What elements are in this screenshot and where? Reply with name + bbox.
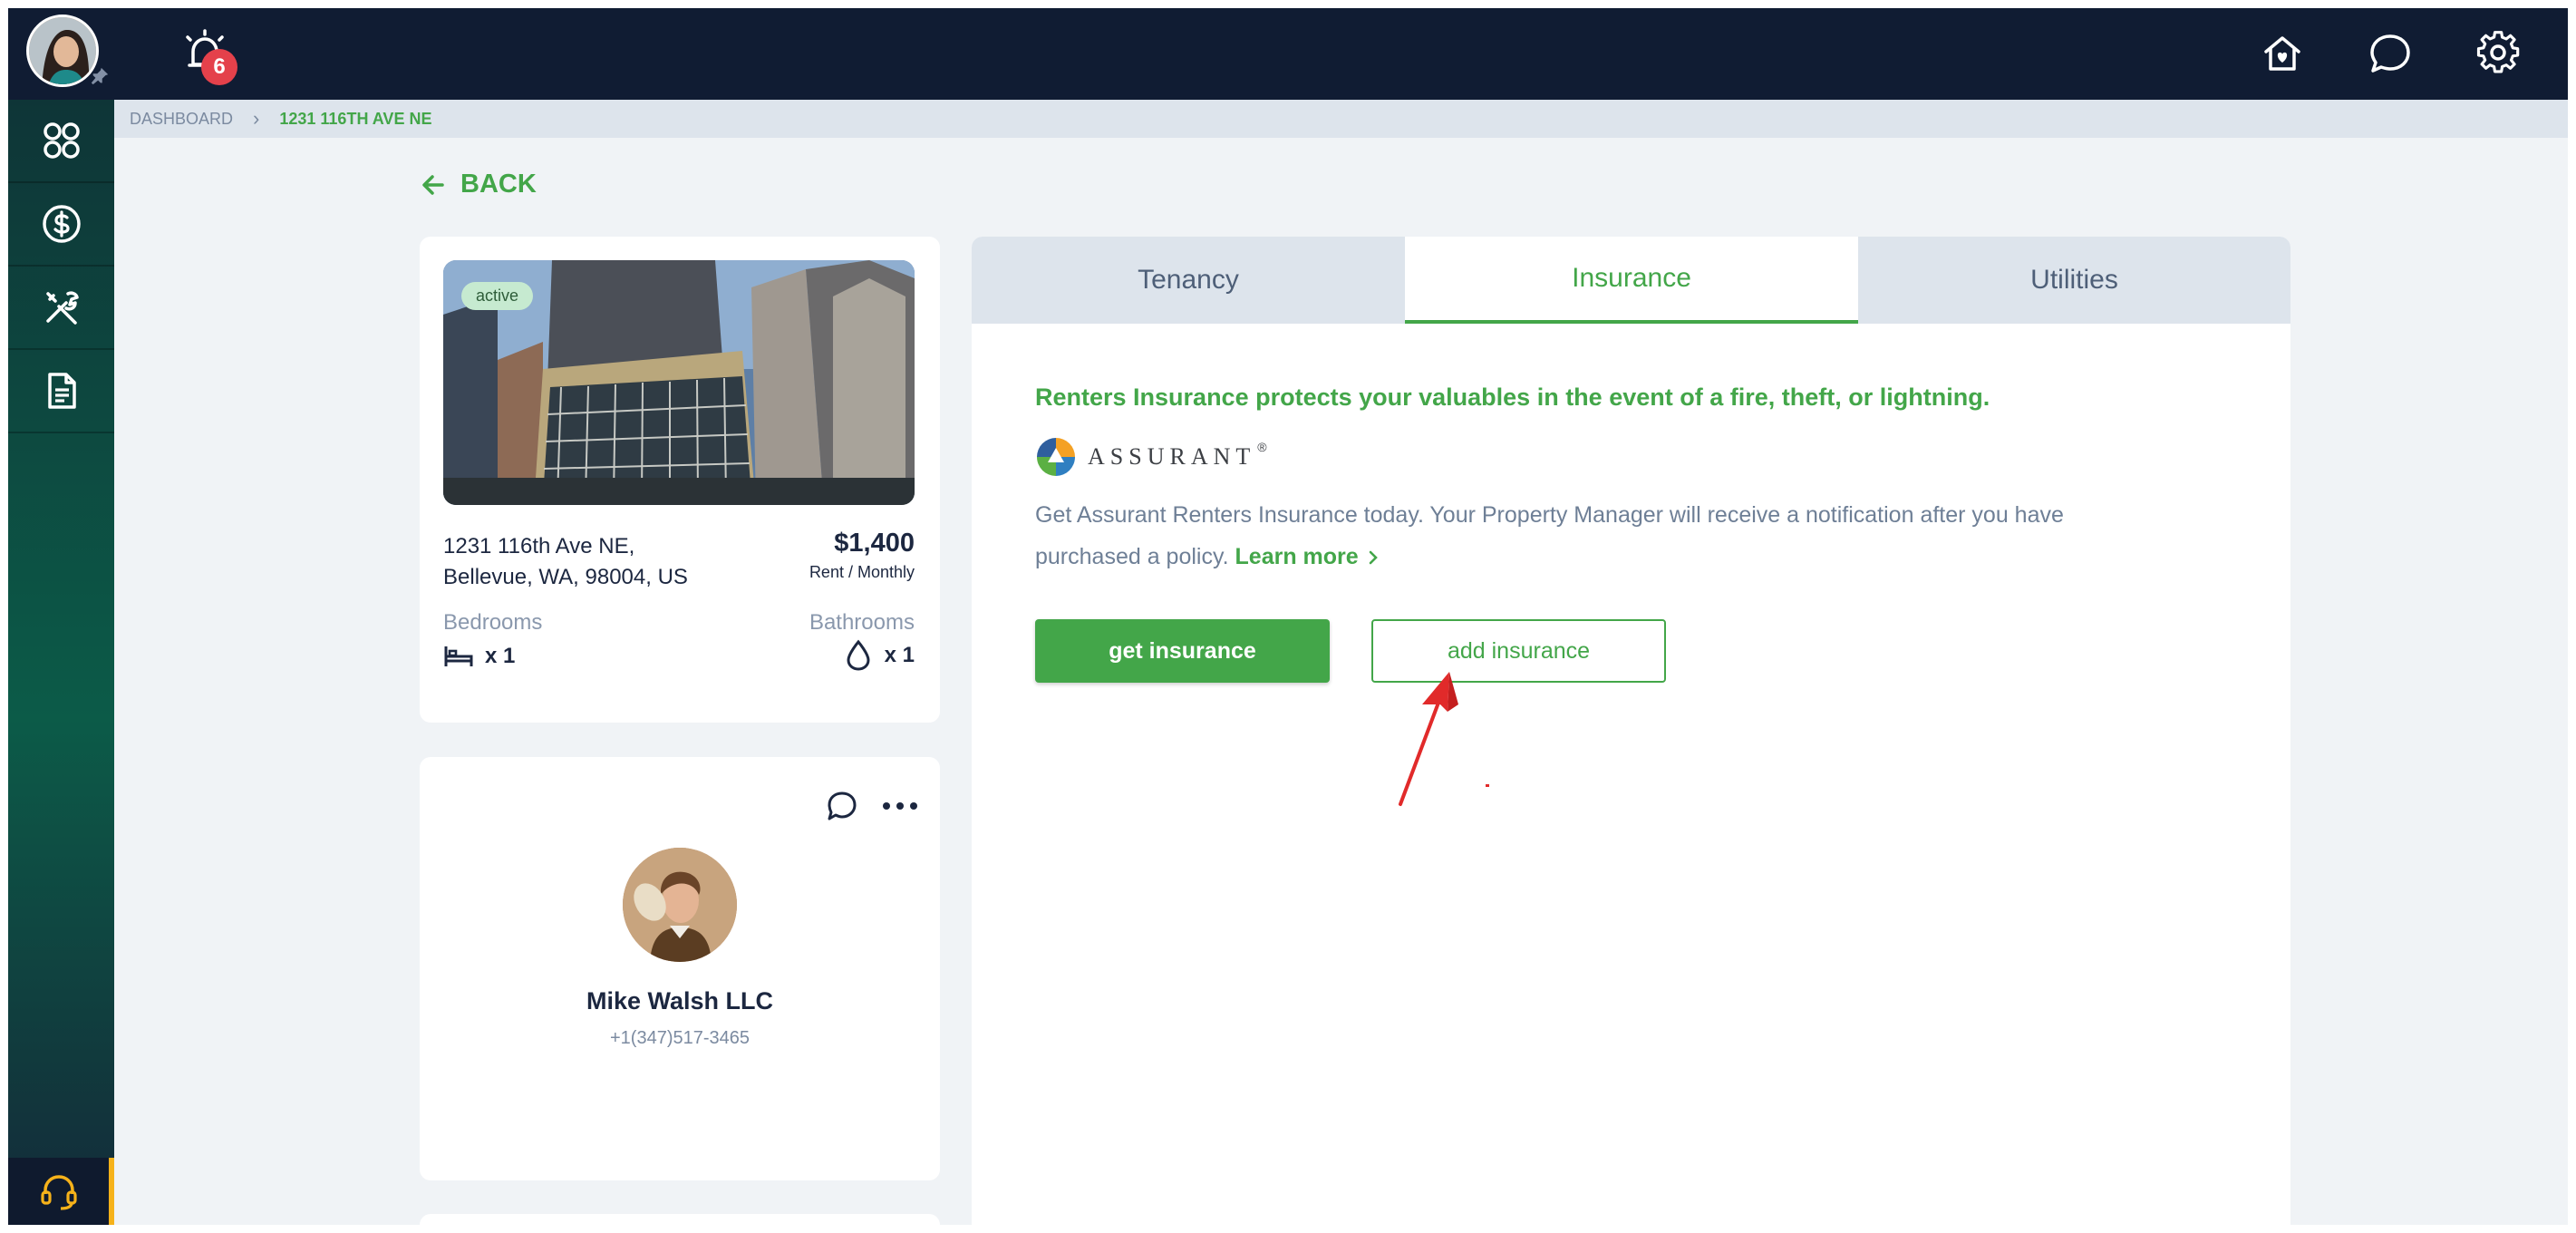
- tab-bar: Tenancy Insurance Utilities: [972, 237, 2290, 324]
- status-badge: active: [461, 282, 534, 310]
- tab-utilities[interactable]: Utilities: [1858, 237, 2290, 324]
- gear-icon[interactable]: [2474, 30, 2522, 77]
- property-address: 1231 116th Ave NE, Bellevue, WA, 98004, …: [443, 531, 688, 593]
- sidebar: [8, 100, 114, 1225]
- address-line-2: Bellevue, WA, 98004, US: [443, 565, 688, 589]
- rent-period: Rent / Monthly: [809, 563, 915, 581]
- learn-more-link[interactable]: Learn more: [1235, 544, 1382, 569]
- chevron-right-icon: [1369, 551, 1378, 565]
- registered-mark: ®: [1257, 440, 1267, 454]
- bathrooms-count: x 1: [845, 639, 915, 672]
- bathrooms-label: Bathrooms: [809, 610, 915, 635]
- sidebar-item-documents[interactable]: [8, 350, 114, 433]
- rent-price: $1,400: [834, 529, 915, 558]
- tab-insurance[interactable]: Insurance: [1405, 237, 1858, 324]
- breadcrumb: DASHBOARD › 1231 116TH AVE NE: [114, 100, 2568, 138]
- support-button[interactable]: [8, 1158, 114, 1225]
- back-button[interactable]: BACK: [421, 170, 537, 199]
- next-card: [420, 1214, 940, 1225]
- chevron-right-icon: ›: [253, 107, 260, 130]
- insurance-headline: Renters Insurance protects your valuable…: [1035, 383, 1990, 411]
- bedrooms-count: x 1: [443, 643, 515, 670]
- owner-phone[interactable]: +1(347)517-3465: [420, 1028, 940, 1049]
- payments-icon: [42, 205, 81, 243]
- pin-icon: [91, 67, 109, 85]
- assurant-logo: ASSURANT ®: [1035, 436, 1267, 478]
- more-options-icon[interactable]: [880, 790, 920, 822]
- sidebar-item-payments[interactable]: [8, 183, 114, 267]
- app-window: 6 DASHBOARD › 1231 116TH AVE NE BACK act…: [8, 8, 2568, 1225]
- home-heart-icon[interactable]: [2259, 30, 2306, 77]
- tab-tenancy[interactable]: Tenancy: [972, 237, 1405, 324]
- headset-icon: [40, 1175, 77, 1210]
- arrow-left-icon: [422, 174, 444, 195]
- bedrooms-label: Bedrooms: [443, 610, 543, 635]
- bed-icon: [444, 646, 473, 666]
- maintenance-icon: [45, 291, 79, 325]
- user-avatar[interactable]: [26, 15, 99, 87]
- water-drop-icon: [847, 639, 870, 671]
- breadcrumb-dashboard[interactable]: DASHBOARD: [130, 110, 233, 129]
- annotation-arrow-icon: [1399, 672, 1458, 806]
- chat-icon[interactable]: [2367, 30, 2414, 77]
- annotation-dot: [1486, 784, 1489, 787]
- chat-icon[interactable]: [826, 790, 858, 822]
- get-insurance-button[interactable]: get insurance: [1035, 619, 1330, 683]
- assurant-wordmark: ASSURANT: [1088, 443, 1256, 470]
- owner-avatar: [623, 848, 737, 962]
- owner-card: Mike Walsh LLC +1(347)517-3465: [420, 757, 940, 1180]
- address-line-1: 1231 116th Ave NE,: [443, 534, 635, 558]
- details-panel: Tenancy Insurance Utilities Renters Insu…: [972, 237, 2290, 1225]
- top-bar: 6: [8, 8, 2568, 100]
- insurance-description: Get Assurant Renters Insurance today. Yo…: [1035, 502, 2064, 569]
- dashboard-icon: [43, 122, 80, 159]
- property-card[interactable]: active 1231 116th Ave NE, Bellevue, WA, …: [420, 237, 940, 723]
- property-photo: active: [443, 260, 915, 505]
- sidebar-item-maintenance[interactable]: [8, 267, 114, 350]
- sidebar-item-dashboard[interactable]: [8, 100, 114, 183]
- assurant-logo-icon: [1037, 438, 1075, 476]
- documents-icon: [47, 373, 76, 409]
- back-label: BACK: [460, 170, 537, 199]
- owner-name: Mike Walsh LLC: [586, 987, 774, 1015]
- breadcrumb-current: 1231 116TH AVE NE: [279, 109, 432, 128]
- notification-badge: 6: [201, 49, 237, 85]
